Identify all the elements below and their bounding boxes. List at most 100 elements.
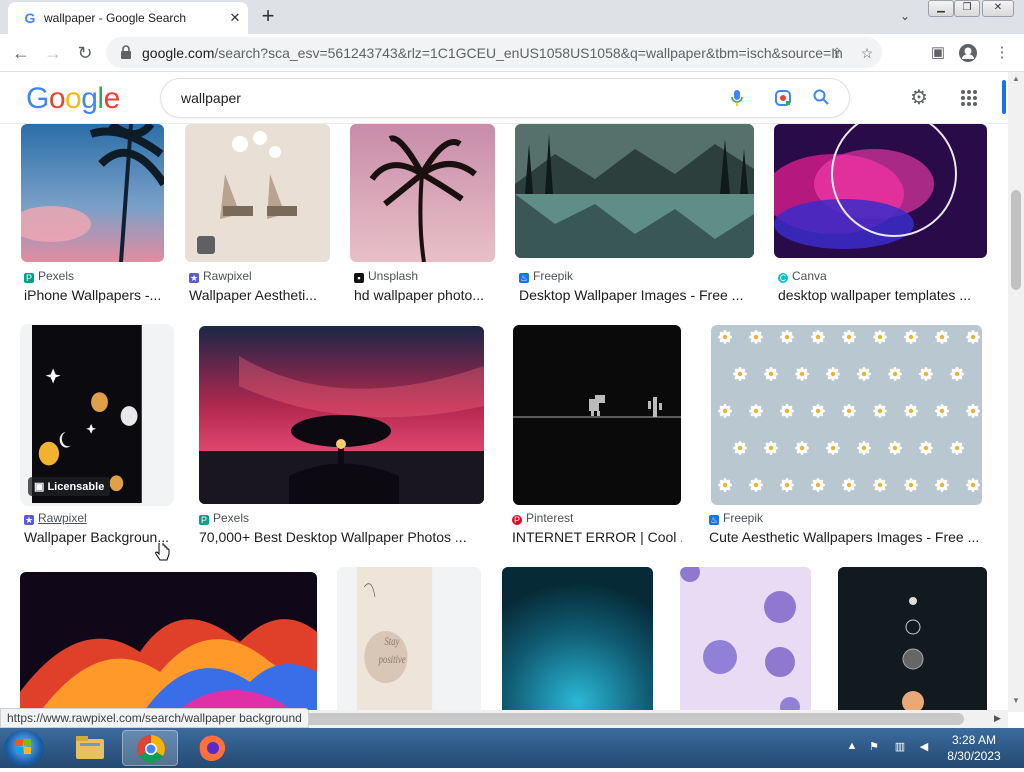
forward-button[interactable]: → (42, 42, 64, 64)
pexels-favicon-icon: P (199, 515, 209, 525)
result-caption[interactable]: Wallpaper Backgroun... (24, 529, 174, 545)
scroll-down-arrow-icon[interactable]: ▼ (1012, 696, 1020, 705)
result-source[interactable]: ▪ Unsplash (354, 269, 418, 283)
result-source[interactable]: ♨ Freepik (519, 269, 573, 283)
side-panel-icon[interactable]: ▣ (928, 43, 948, 63)
result-caption[interactable]: INTERNET ERROR | Cool ... (512, 529, 682, 545)
daisy-pattern-flower (904, 478, 918, 492)
source-name: Pinterest (526, 511, 574, 525)
daisy-pattern-flower (842, 404, 856, 418)
daisy-pattern-flower (904, 404, 918, 418)
reload-button[interactable]: ↻ (74, 42, 96, 64)
lens-camera-icon[interactable] (773, 89, 793, 109)
daisy-pattern-flower (811, 478, 825, 492)
result-thumbnail[interactable] (199, 326, 484, 504)
result-thumbnail[interactable] (774, 124, 987, 258)
daisy-pattern-flower (873, 404, 887, 418)
source-name: Unsplash (368, 269, 419, 283)
action-center-flag-icon[interactable]: ⚑ (866, 740, 882, 756)
volume-muted-icon[interactable]: ◀ (916, 740, 932, 756)
logo-letter: o (48, 82, 66, 115)
unsplash-favicon-icon: ▪ (354, 273, 364, 283)
chrome-taskbar-icon[interactable] (122, 730, 178, 766)
settings-gear-icon[interactable]: ⚙ (907, 86, 931, 110)
daisy-pattern-flower (873, 478, 887, 492)
image-badge-icon (197, 236, 215, 254)
logo-letter: o (65, 82, 82, 115)
search-query[interactable]: wallpaper (181, 90, 241, 106)
result-thumbnail[interactable] (513, 325, 681, 505)
restore-button[interactable]: ❐ (954, 0, 980, 17)
result-source[interactable]: P Pexels (24, 269, 74, 283)
result-thumbnail[interactable] (711, 325, 982, 505)
google-logo[interactable]: Google (26, 82, 120, 116)
result-source[interactable]: ♨ Freepik (709, 511, 763, 525)
scrollbar-thumb[interactable] (1011, 190, 1021, 290)
new-tab-button[interactable]: + (256, 5, 280, 29)
result-thumbnail[interactable] (20, 572, 317, 710)
result-thumbnail[interactable]: ▣ Licensable (20, 324, 174, 506)
tray-expand-icon[interactable]: ▲ (844, 740, 860, 756)
minimize-button[interactable]: ▁ (928, 0, 954, 17)
firefox-taskbar-icon[interactable] (184, 730, 240, 766)
system-clock[interactable]: 3:28 AM 8/30/2023 (942, 732, 1006, 764)
tab-title: wallpaper - Google Search (44, 11, 187, 25)
freepik-favicon-icon: ♨ (709, 515, 719, 525)
search-box[interactable]: wallpaper (160, 78, 850, 118)
daisy-pattern-flower (888, 441, 902, 455)
result-caption[interactable]: Desktop Wallpaper Images - Free ... (519, 287, 755, 303)
result-source[interactable]: C Canva (778, 269, 827, 283)
daisy-pattern-flower (718, 478, 732, 492)
result-thumbnail[interactable] (185, 124, 330, 262)
daisy-pattern-flower (935, 330, 949, 344)
vertical-scrollbar[interactable]: ▲ ▼ (1008, 72, 1024, 712)
bookmark-star-icon[interactable]: ☆ (858, 45, 876, 63)
tab-search-chevron-icon[interactable]: ⌄ (896, 9, 914, 27)
result-thumbnail[interactable] (680, 567, 811, 710)
source-name: Rawpixel (38, 511, 87, 525)
result-caption[interactable]: hd wallpaper photo... (354, 287, 494, 303)
sign-in-button-edge[interactable] (1002, 80, 1006, 114)
result-source[interactable]: ★ Rawpixel (24, 511, 87, 525)
scroll-right-arrow-icon[interactable]: ▶ (994, 713, 1001, 724)
network-icon[interactable]: ▥ (892, 740, 908, 756)
search-icon[interactable] (811, 89, 831, 109)
result-source[interactable]: P Pinterest (512, 511, 573, 525)
result-caption[interactable]: Cute Aesthetic Wallpapers Images - Free … (709, 529, 984, 545)
result-thumbnail[interactable] (838, 567, 987, 710)
apps-grid-icon[interactable] (957, 86, 981, 110)
browser-tab[interactable]: G wallpaper - Google Search ✕ (8, 2, 248, 34)
back-button[interactable]: ← (10, 42, 32, 64)
windows-taskbar: ▲ ⚑ ▥ ◀ 3:28 AM 8/30/2023 (0, 728, 1024, 768)
image-badge-icon: ▣ (34, 481, 48, 493)
result-caption[interactable]: 70,000+ Best Desktop Wallpaper Photos ..… (199, 529, 484, 545)
result-thumbnail[interactable]: Stay positive (337, 567, 481, 710)
result-source[interactable]: P Pexels (199, 511, 249, 525)
result-caption[interactable]: Wallpaper Aestheti... (189, 287, 329, 303)
tab-strip: G wallpaper - Google Search ✕ + ⌄ ▁ ❐ ✕ (0, 0, 1024, 34)
start-button[interactable] (4, 730, 44, 766)
menu-kebab-icon[interactable]: ⋮ (992, 43, 1012, 63)
scroll-up-arrow-icon[interactable]: ▲ (1012, 74, 1020, 83)
result-thumbnail[interactable] (350, 124, 495, 262)
result-caption[interactable]: iPhone Wallpapers -... (24, 287, 164, 303)
share-icon[interactable]: ⇪ (828, 45, 846, 63)
daisy-pattern-flower (733, 441, 747, 455)
close-tab-icon[interactable]: ✕ (226, 9, 244, 27)
result-source[interactable]: ★ Rawpixel (189, 269, 252, 283)
address-bar[interactable]: google.com/search?sca_esv=561243743&rlz=… (106, 37, 882, 68)
daisy-pattern-flower (966, 404, 980, 418)
result-thumbnail[interactable] (515, 124, 754, 258)
daisy-pattern-flower (857, 441, 871, 455)
file-explorer-taskbar-icon[interactable] (62, 730, 118, 766)
pexels-favicon-icon: P (24, 273, 34, 283)
daisy-pattern-flower (811, 330, 825, 344)
daisy-pattern-flower (749, 478, 763, 492)
result-caption[interactable]: desktop wallpaper templates ... (778, 287, 988, 303)
result-thumbnail[interactable] (502, 567, 653, 710)
daisy-pattern-flower (935, 404, 949, 418)
microphone-icon[interactable] (727, 89, 747, 109)
result-thumbnail[interactable] (21, 124, 164, 262)
profile-avatar-icon[interactable] (958, 43, 978, 63)
close-window-button[interactable]: ✕ (982, 0, 1014, 17)
